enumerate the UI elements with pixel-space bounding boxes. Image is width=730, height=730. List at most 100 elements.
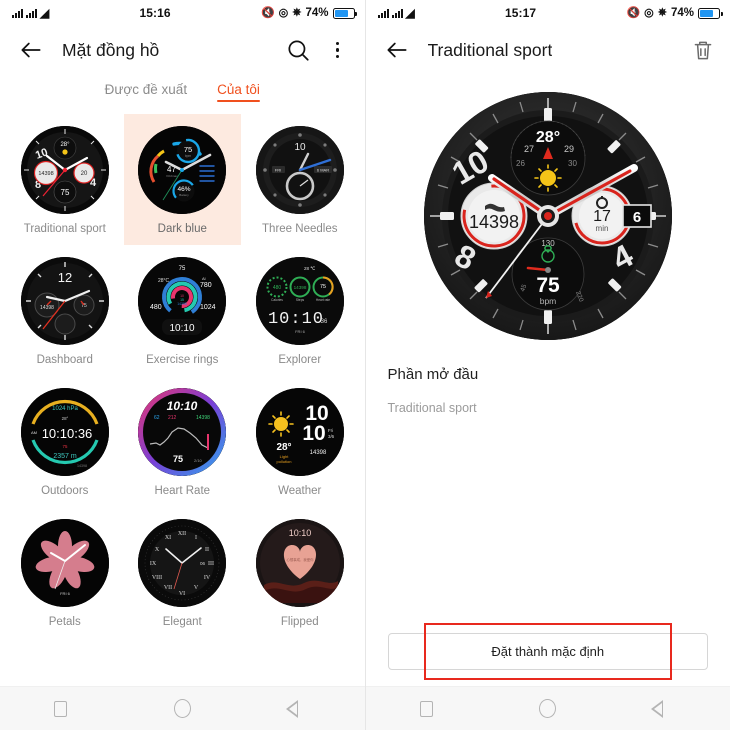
svg-text:17: 17 bbox=[593, 208, 611, 225]
svg-text:480: 480 bbox=[273, 285, 282, 291]
watch-face-preview-traditional: 10 8 4 28° 27 29 26 30 14398 17 min 130 … bbox=[423, 92, 672, 340]
watch-face-label: Explorer bbox=[278, 354, 322, 366]
svg-text:IV: IV bbox=[204, 575, 211, 581]
watch-face-item-elegant[interactable]: XII I II III IV V VI VII VIII IX X XI 06 Elegant bbox=[124, 507, 242, 638]
circle-icon[interactable] bbox=[528, 694, 568, 724]
svg-text:28°: 28° bbox=[276, 442, 291, 453]
watch-face-thumb-traditional: 10 8 4 28° 14398 20 75 bbox=[20, 126, 109, 214]
watch-face-item-flipped[interactable]: 10:10 心想事成，我爱你 Flipped bbox=[241, 507, 359, 638]
page-title: Traditional sport bbox=[427, 39, 553, 60]
back-arrow-icon[interactable] bbox=[384, 37, 410, 63]
svg-text:1024: 1024 bbox=[200, 304, 216, 311]
svg-text:28°: 28° bbox=[61, 416, 68, 421]
svg-text:VI: VI bbox=[179, 591, 185, 597]
svg-text:3/6: 3/6 bbox=[328, 434, 335, 439]
svg-text:27: 27 bbox=[524, 144, 534, 154]
svg-text:10:10: 10:10 bbox=[167, 399, 198, 413]
svg-text:1024 hPa: 1024 hPa bbox=[52, 406, 78, 412]
watch-face-preview: 10 8 4 28° 27 29 26 30 14398 17 min 130 … bbox=[366, 74, 730, 348]
watch-face-item-heart-rate[interactable]: 10:10 62 212 14398 75 2/10 Heart Rate bbox=[124, 376, 242, 507]
svg-text:II: II bbox=[205, 547, 209, 553]
svg-text:75: 75 bbox=[60, 188, 69, 197]
search-icon[interactable] bbox=[285, 37, 311, 63]
svg-text:480: 480 bbox=[150, 304, 162, 311]
watch-face-item-weather[interactable]: 10 10 Fri 3/6 28° Light pollution 14398 … bbox=[241, 376, 359, 507]
watch-face-label: Flipped bbox=[280, 616, 319, 628]
watch-face-thumb-exercise-rings: 75 28°C Al 780 480 1024 10 15 14398 10:1 bbox=[138, 257, 227, 345]
status-bar-left: ◢ 15:16 🔇 ◎ ✵ 74% bbox=[0, 0, 365, 26]
watch-face-label: Dark blue bbox=[157, 223, 207, 235]
svg-text:FRI 6: FRI 6 bbox=[60, 591, 71, 596]
svg-text:XII: XII bbox=[178, 531, 186, 537]
nav-bar-left bbox=[0, 686, 365, 730]
watch-face-label: Outdoors bbox=[41, 485, 89, 497]
tab-recommended[interactable]: Được đề xuất bbox=[105, 82, 187, 102]
watch-face-label: Petals bbox=[48, 616, 81, 628]
svg-text:10: 10 bbox=[294, 142, 306, 153]
more-vertical-icon[interactable] bbox=[325, 37, 351, 63]
watch-face-item-explorer[interactable]: 28 ℃ 480 Calories 14398 Steps 75 Heart r… bbox=[241, 245, 359, 376]
svg-text:FRI: FRI bbox=[275, 168, 281, 173]
watch-face-label: Traditional sport bbox=[23, 223, 106, 235]
app-bar-left: Mặt đồng hồ bbox=[0, 26, 365, 74]
watch-face-item-exercise-rings[interactable]: 75 28°C Al 780 480 1024 10 15 14398 10:1 bbox=[124, 245, 242, 376]
mute-icon: 🔇 bbox=[260, 6, 275, 19]
signal-icon bbox=[377, 8, 389, 18]
status-bar-right-icons: 🔇 ◎ ✵ 74% bbox=[626, 6, 723, 19]
watch-face-thumb-explorer: 28 ℃ 480 Calories 14398 Steps 75 Heart r… bbox=[255, 257, 344, 345]
svg-text:Heart rate: Heart rate bbox=[316, 298, 330, 302]
wifi-icon: ◢ bbox=[40, 6, 50, 20]
watch-face-thumb-outdoors: 1024 hPa 28° AM 10:10:36 75 2357 m 14398 bbox=[20, 388, 109, 476]
svg-text:AM: AM bbox=[31, 430, 37, 435]
svg-text:Calories: Calories bbox=[271, 298, 283, 302]
watch-face-thumb-elegant: XII I II III IV V VI VII VIII IX X XI 06 bbox=[138, 519, 227, 607]
watch-face-item-petals[interactable]: FRI 6 Petals bbox=[6, 507, 124, 638]
svg-text:10: 10 bbox=[302, 422, 325, 445]
watch-face-label: Elegant bbox=[162, 616, 202, 628]
status-bar-clock: 15:17 bbox=[504, 6, 537, 20]
square-icon[interactable] bbox=[41, 694, 81, 724]
tab-mine[interactable]: Của tôi bbox=[217, 82, 260, 102]
svg-text:心想事成，我爱你: 心想事成，我爱你 bbox=[286, 557, 314, 562]
watch-face-thumb-weather: 10 10 Fri 3/6 28° Light pollution 14398 bbox=[255, 388, 344, 476]
svg-text:75: 75 bbox=[536, 274, 560, 297]
svg-text:75: 75 bbox=[173, 454, 183, 464]
screen-watch-face-detail: ◢ 15:17 🔇 ◎ ✵ 74% Traditional sport 10 8… bbox=[365, 0, 730, 730]
svg-text:14398: 14398 bbox=[196, 415, 210, 421]
circle-icon[interactable] bbox=[162, 694, 202, 724]
svg-text:6 MAR: 6 MAR bbox=[317, 168, 329, 173]
watch-face-item-three-needles[interactable]: 10 FRI 6 MAR Three Needles bbox=[241, 114, 359, 245]
status-bar-right: ◢ 15:17 🔇 ◎ ✵ 74% bbox=[366, 0, 730, 26]
svg-text:Al: Al bbox=[202, 276, 206, 281]
triangle-back-icon[interactable] bbox=[649, 694, 689, 724]
status-bar-left-icons: ◢ bbox=[377, 7, 415, 19]
svg-text:10:10: 10:10 bbox=[268, 310, 324, 329]
battery-icon bbox=[698, 7, 723, 19]
svg-text:36: 36 bbox=[320, 319, 327, 325]
trash-icon[interactable] bbox=[690, 37, 716, 63]
watch-face-item-dashboard[interactable]: 12 14398 75 Dashboard bbox=[6, 245, 124, 376]
watch-face-item-dark-blue[interactable]: 75 bpm 47 VO2max 46% Battery Dark blue bbox=[123, 114, 241, 245]
svg-text:Steps: Steps bbox=[296, 298, 305, 302]
watch-face-thumb-petals: FRI 6 bbox=[20, 519, 109, 607]
svg-text:46%: 46% bbox=[178, 186, 191, 193]
svg-text:75: 75 bbox=[184, 145, 192, 154]
svg-text:28 ℃: 28 ℃ bbox=[304, 266, 316, 271]
rotation-lock-icon: ◎ bbox=[644, 6, 654, 19]
svg-text:75: 75 bbox=[320, 284, 326, 290]
signal-icon bbox=[26, 8, 37, 18]
watch-face-grid: 10 8 4 28° 14398 20 75 Traditional sport… bbox=[0, 108, 365, 686]
watch-face-item-outdoors[interactable]: 1024 hPa 28° AM 10:10:36 75 2357 m 14398… bbox=[6, 376, 124, 507]
set-as-default-button[interactable]: Đặt thành mặc định bbox=[387, 633, 708, 670]
dual-screenshot: ◢ 15:16 🔇 ◎ ✵ 74% Mặt đồng hồ Được đề xu… bbox=[0, 0, 730, 730]
svg-text:212: 212 bbox=[168, 415, 177, 421]
svg-text:28°: 28° bbox=[60, 142, 70, 148]
page-title: Mặt đồng hồ bbox=[62, 39, 160, 60]
svg-text:780: 780 bbox=[200, 282, 212, 289]
svg-text:14398: 14398 bbox=[38, 171, 53, 177]
watch-face-item-traditional-sport[interactable]: 10 8 4 28° 14398 20 75 Traditional sport bbox=[6, 114, 124, 245]
signal-icon bbox=[391, 8, 403, 18]
triangle-back-icon[interactable] bbox=[284, 694, 324, 724]
back-arrow-icon[interactable] bbox=[18, 37, 44, 63]
square-icon[interactable] bbox=[406, 694, 446, 724]
